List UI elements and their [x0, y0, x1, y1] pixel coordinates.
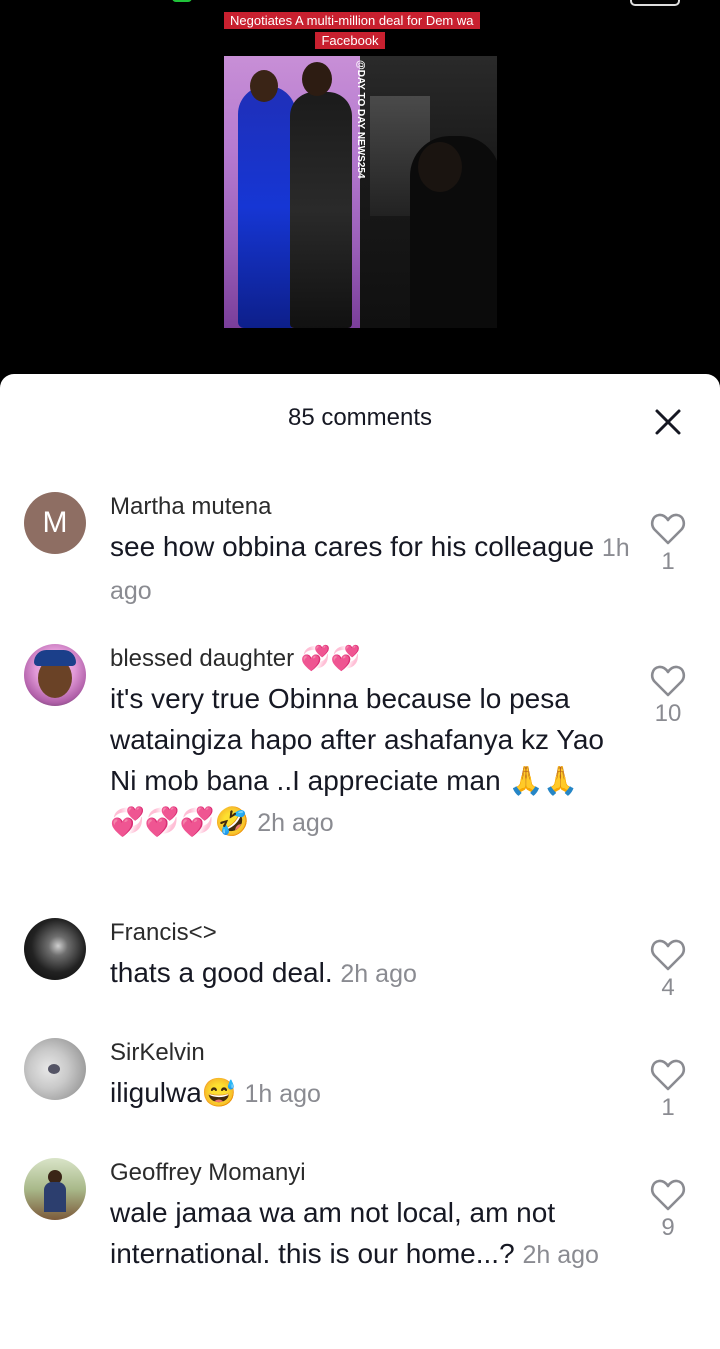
comment-text: thats a good deal. 2h ago: [110, 957, 417, 988]
like-count: 10: [654, 700, 682, 727]
comment-time: 2h ago: [257, 809, 334, 837]
like-count: 1: [661, 1094, 675, 1121]
heart-icon: [650, 939, 686, 971]
close-button[interactable]: [654, 408, 682, 436]
video-watermark: @DAY TO DAY NEWS254: [355, 60, 366, 179]
comment-username[interactable]: SirKelvin: [110, 1038, 630, 1068]
like-count: 1: [661, 548, 675, 575]
comment-username[interactable]: blessed daughter 💞💞: [110, 644, 630, 674]
like-button[interactable]: 1: [650, 512, 686, 576]
heart-icon: [650, 1179, 686, 1211]
comments-sheet: 85 comments M Martha mutena see how obbi…: [0, 374, 720, 1349]
comment-text: iligulwa😅 1h ago: [110, 1077, 321, 1108]
video-frame-car: [360, 56, 497, 328]
status-indicator: [172, 0, 192, 2]
like-button[interactable]: 9: [650, 1178, 686, 1242]
comment-text: see how obbina cares for his colleague 1…: [110, 531, 630, 605]
comments-header: 85 comments: [0, 374, 720, 460]
comment-username[interactable]: Francis<>: [110, 918, 630, 948]
like-count: 4: [661, 974, 675, 1001]
like-button[interactable]: 1: [650, 1058, 686, 1122]
close-icon: [655, 409, 681, 435]
avatar[interactable]: M: [24, 492, 86, 554]
heart-icon: [650, 665, 686, 697]
like-button[interactable]: 10: [650, 664, 686, 728]
comment-time: 2h ago: [522, 1241, 599, 1269]
comment-count: 85 comments: [287, 404, 433, 431]
like-button[interactable]: 4: [650, 938, 686, 1002]
heart-icon: [650, 1059, 686, 1091]
video-caption: Negotiates A multi-million deal for Dem …: [224, 11, 480, 51]
comment-text: wale jamaa wa am not local, am not inter…: [110, 1197, 599, 1269]
like-count: 9: [661, 1214, 675, 1241]
avatar[interactable]: [24, 1038, 86, 1100]
avatar[interactable]: [24, 918, 86, 980]
battery-icon: [630, 0, 680, 6]
avatar[interactable]: [24, 1158, 86, 1220]
video-player[interactable]: Negotiates A multi-million deal for Dem …: [0, 0, 720, 380]
comment-username[interactable]: Geoffrey Momanyi: [110, 1158, 630, 1188]
video-frame-couple: [224, 56, 360, 328]
heart-icon: [650, 513, 686, 545]
comment-time: 1h ago: [244, 1080, 321, 1108]
comment-username[interactable]: Martha mutena: [110, 492, 630, 522]
comment-text: it's very true Obinna because lo pesa wa…: [110, 683, 604, 837]
avatar[interactable]: [24, 644, 86, 706]
avatar-letter: M: [42, 506, 68, 539]
comment-time: 2h ago: [340, 960, 417, 988]
